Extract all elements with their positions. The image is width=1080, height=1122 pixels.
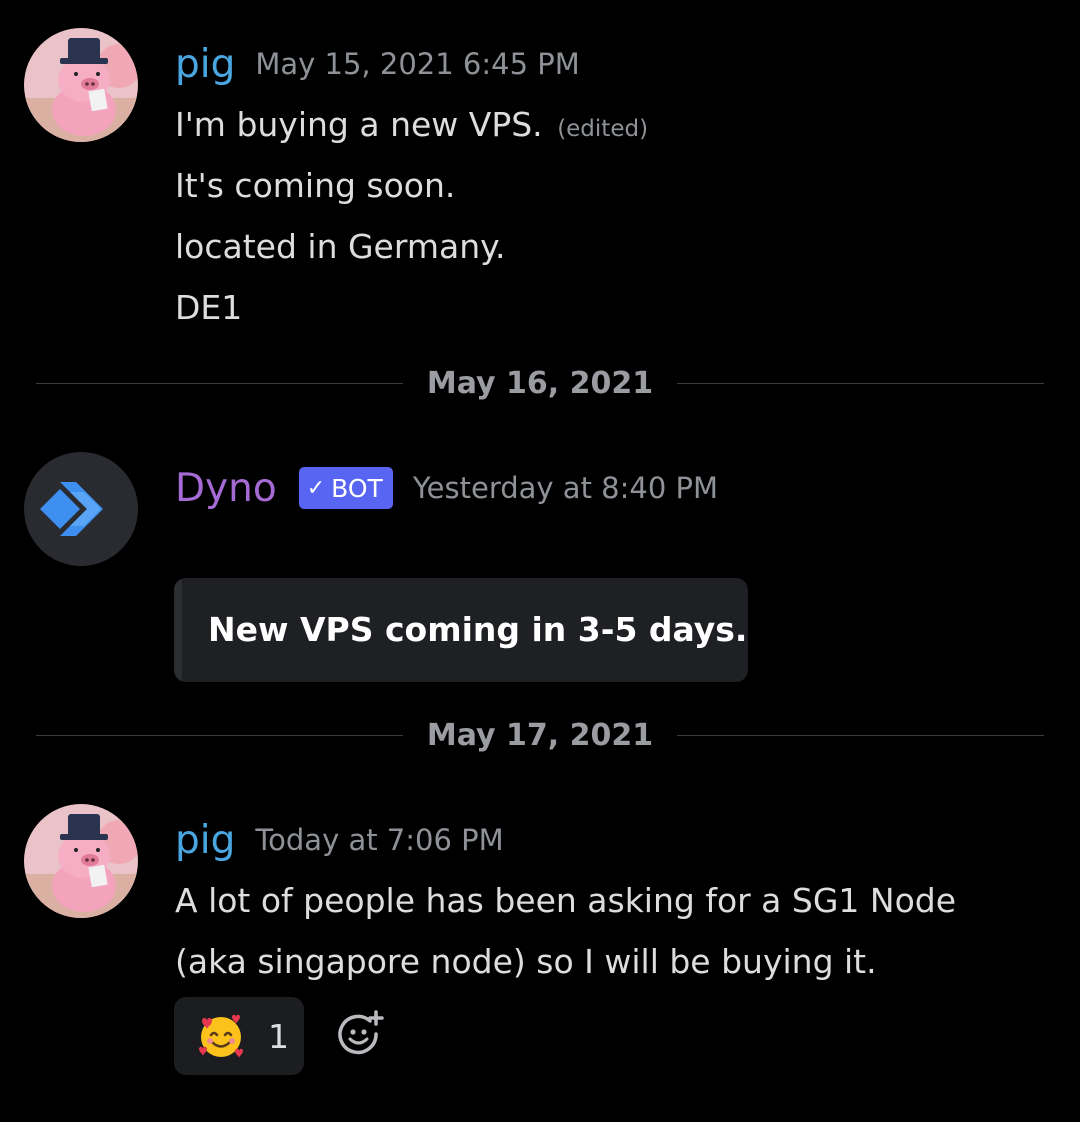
smiling-face-with-hearts-icon: [199, 1014, 243, 1058]
message-line: located in Germany.: [175, 227, 506, 266]
divider-rule: [677, 382, 1045, 384]
message-line: I'm buying a new VPS. (edited): [175, 94, 1060, 155]
divider-date: May 17, 2021: [426, 717, 654, 753]
divider-rule: [677, 734, 1045, 736]
message-body: Dyno ✓ BOT Yesterday at 8:40 PM: [175, 458, 1060, 518]
timestamp: Today at 7:06 PM: [255, 823, 504, 857]
message-header: pig Today at 7:06 PM: [175, 810, 1060, 870]
timestamp: May 15, 2021 6:45 PM: [255, 47, 580, 81]
reaction-count: 1: [268, 1016, 289, 1056]
reaction-smiling-face-with-hearts[interactable]: 1: [174, 997, 304, 1075]
divider-rule: [36, 382, 403, 384]
timestamp: Yesterday at 8:40 PM: [412, 471, 719, 505]
checkmark-icon: ✓: [306, 475, 326, 501]
message-body: pig Today at 7:06 PM A lot of people has…: [175, 810, 1060, 992]
message-embed: New VPS coming in 3-5 days.: [174, 578, 748, 682]
message-text: I'm buying a new VPS.: [175, 105, 543, 144]
pig-avatar-image: [24, 28, 138, 142]
message-line: A lot of people has been asking for a SG…: [175, 881, 957, 920]
add-reaction-icon[interactable]: [336, 1010, 384, 1058]
divider-rule: [36, 734, 403, 736]
username[interactable]: Dyno: [175, 469, 277, 508]
message-header: Dyno ✓ BOT Yesterday at 8:40 PM: [175, 458, 1060, 518]
username[interactable]: pig: [175, 45, 235, 84]
date-divider: May 17, 2021: [36, 715, 1045, 755]
divider-date: May 16, 2021: [426, 365, 654, 401]
message-line: DE1: [175, 288, 243, 327]
edited-label: (edited): [557, 116, 649, 142]
embed-text: New VPS coming in 3-5 days.: [208, 610, 748, 649]
dyno-logo-icon: [24, 452, 138, 566]
bot-label: BOT: [331, 473, 383, 503]
message-line: (aka singapore node) so I will be buying…: [175, 942, 877, 981]
date-divider: May 16, 2021: [36, 363, 1045, 403]
username[interactable]: pig: [175, 821, 235, 860]
message-body: pig May 15, 2021 6:45 PM I'm buying a ne…: [175, 34, 1060, 338]
pig-avatar-image: [24, 804, 138, 918]
dyno-avatar[interactable]: [24, 452, 138, 566]
message-line: It's coming soon.: [175, 166, 456, 205]
embed-accent-bar: [174, 578, 182, 682]
message-header: pig May 15, 2021 6:45 PM: [175, 34, 1060, 94]
pig-avatar[interactable]: [24, 804, 138, 918]
bot-badge: ✓ BOT: [298, 467, 393, 509]
pig-avatar[interactable]: [24, 28, 138, 142]
